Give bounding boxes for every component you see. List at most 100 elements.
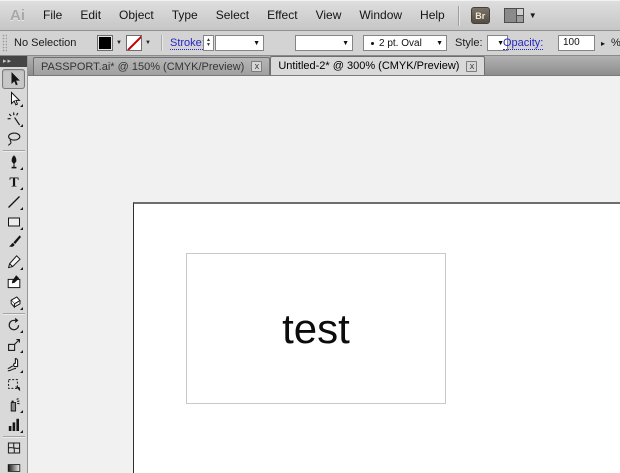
fill-color-swatch[interactable] (97, 35, 113, 51)
pencil-tool[interactable] (2, 252, 25, 272)
combo-arrow-icon: ▼ (342, 39, 349, 47)
paintbrush-icon (8, 235, 21, 247)
artboard-text[interactable]: test (282, 305, 350, 353)
free-transform-tool[interactable] (2, 375, 25, 395)
menubar-separator (457, 5, 459, 26)
stepper-down-icon[interactable]: ▼ (206, 43, 211, 48)
document-tab-active[interactable]: Untitled-2* @ 300% (CMYK/Preview) x (270, 56, 486, 75)
stroke-dropdown-arrow-icon[interactable]: ▼ (145, 40, 151, 46)
bridge-button[interactable]: Br (470, 7, 490, 24)
control-bar-grip[interactable] (2, 34, 7, 52)
rotate-icon (8, 317, 19, 331)
symbol-sprayer-icon (10, 398, 20, 412)
toolbar-separator (2, 313, 25, 314)
tab-close-icon[interactable]: x (251, 61, 263, 72)
document-tab[interactable]: PASSPORT.ai* @ 150% (CMYK/Preview) x (33, 57, 271, 75)
eraser-icon (9, 296, 21, 309)
pencil-icon (7, 255, 21, 269)
canvas-area[interactable]: test (28, 76, 620, 473)
gradient-icon (7, 464, 20, 472)
stroke-color-swatch[interactable] (126, 35, 142, 51)
eraser-tool[interactable] (2, 292, 25, 312)
lasso-icon (7, 132, 20, 146)
fill-dropdown-arrow-icon[interactable]: ▼ (116, 40, 122, 46)
stroke-weight-stepper[interactable]: ▲ ▼ (203, 35, 214, 51)
stroke-weight-combo[interactable]: ▼ (215, 35, 264, 51)
pen-tool[interactable] (2, 152, 25, 172)
brush-definition-combo[interactable]: 2 pt. Oval ▼ (363, 35, 447, 51)
menu-effect[interactable]: Effect (258, 1, 306, 30)
menu-view[interactable]: View (307, 1, 351, 30)
column-graph-tool[interactable] (2, 415, 25, 435)
menu-edit[interactable]: Edit (71, 1, 110, 30)
lasso-tool[interactable] (2, 129, 25, 149)
app-logo-icon: Ai (10, 7, 25, 24)
tools-panel: ▸▸ T (0, 56, 28, 473)
opacity-slider-arrow-icon[interactable]: ▸ (601, 39, 605, 49)
brush-name: 2 pt. Oval (379, 37, 422, 49)
blob-brush-tool[interactable] (2, 272, 25, 292)
tab-label: Untitled-2* @ 300% (CMYK/Preview) (278, 60, 460, 72)
type-icon: T (9, 176, 19, 190)
rotate-tool[interactable] (2, 315, 25, 335)
style-label: Style: (455, 37, 483, 49)
workspace-switcher[interactable]: ▼ (503, 8, 537, 23)
menu-type[interactable]: Type (163, 1, 207, 30)
control-separator (161, 35, 162, 51)
pen-icon (11, 155, 16, 169)
magic-wand-tool[interactable] (2, 109, 25, 129)
tab-strip: PASSPORT.ai* @ 150% (CMYK/Preview) x Untit… (28, 56, 620, 76)
workspace-layout-icon (503, 8, 524, 23)
opacity-field[interactable]: 100 (558, 35, 595, 51)
tab-label: PASSPORT.ai* @ 150% (CMYK/Preview) (41, 60, 245, 73)
warp-tool[interactable] (2, 355, 25, 375)
menu-bar: Ai File Edit Object Type Select Effect View Win… (0, 0, 620, 31)
symbol-sprayer-tool[interactable] (2, 395, 25, 415)
scale-tool[interactable] (2, 335, 25, 355)
magic-wand-icon (7, 112, 20, 126)
menu-select[interactable]: Select (207, 1, 258, 30)
workspace-dropdown-arrow-icon: ▼ (528, 11, 537, 20)
warp-icon (7, 358, 18, 372)
selection-icon (11, 72, 20, 86)
menu-help[interactable]: Help (411, 1, 454, 30)
toolbar-separator (2, 150, 25, 151)
paintbrush-tool[interactable] (2, 232, 25, 252)
line-icon (7, 196, 20, 208)
selection-tool[interactable] (2, 69, 25, 89)
mesh-icon (7, 442, 20, 454)
direct-selection-tool[interactable] (2, 89, 25, 109)
column-graph-icon (8, 418, 19, 431)
toolbar-collapse-button[interactable]: ▸▸ (0, 56, 27, 67)
menu-file[interactable]: File (34, 1, 71, 30)
none-slash-icon (127, 36, 141, 50)
text-frame[interactable]: test (186, 253, 446, 404)
tab-close-icon[interactable]: x (466, 60, 478, 72)
toolbar-separator (2, 436, 25, 437)
opacity-unit: % (611, 37, 620, 49)
svg-text:T: T (9, 176, 19, 190)
blob-brush-icon (7, 275, 20, 289)
selection-status: No Selection (14, 37, 77, 49)
opacity-panel-link[interactable]: Opacity: (503, 37, 544, 50)
scale-icon (7, 339, 20, 351)
combo-arrow-icon: ▼ (253, 39, 260, 47)
stroke-panel-link[interactable]: Stroke: (170, 37, 205, 50)
brush-preview-dot (371, 41, 374, 45)
free-transform-icon (7, 379, 20, 392)
tools-list: T (0, 69, 27, 473)
menu-items: File Edit Object Type Select Effect View Window… (34, 1, 454, 30)
rectangle-icon (7, 217, 20, 227)
line-segment-tool[interactable] (2, 192, 25, 212)
type-tool[interactable]: T (2, 172, 25, 192)
rectangle-tool[interactable] (2, 212, 25, 232)
gradient-tool[interactable] (2, 458, 25, 473)
menu-window[interactable]: Window (350, 1, 411, 30)
direct-selection-icon (10, 91, 21, 106)
combo-arrow-icon: ▼ (436, 39, 443, 47)
artboard[interactable]: test (133, 202, 620, 473)
control-bar: No Selection ▼ ▼ Stroke: ▲ ▼ ▼ ▼ 2 pt. O… (0, 31, 620, 56)
stroke-options-combo[interactable]: ▼ (295, 35, 353, 51)
menu-object[interactable]: Object (110, 1, 163, 30)
mesh-tool[interactable] (2, 438, 25, 458)
